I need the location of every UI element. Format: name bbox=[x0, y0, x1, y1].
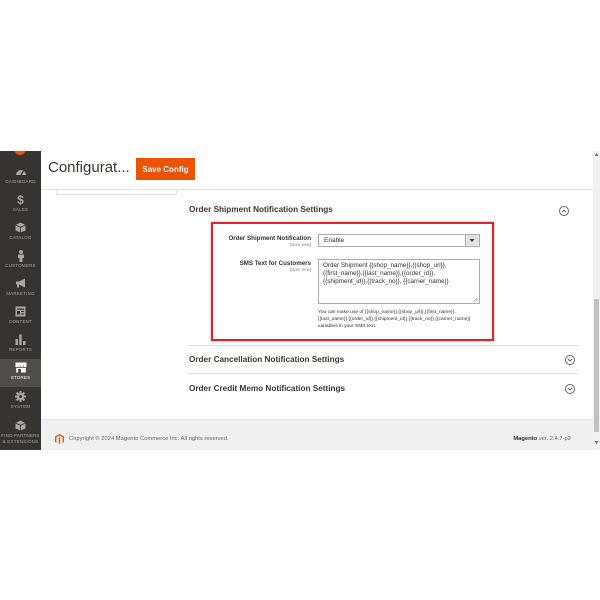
sidebar-item-stores[interactable]: STORES bbox=[0, 359, 41, 387]
content-icon bbox=[0, 306, 41, 318]
footer-version-number: ver. 2.4.7-p2 bbox=[537, 436, 571, 442]
box-icon bbox=[0, 222, 41, 234]
sms-text-textarea[interactable]: Order Shipment {{shop_name}},{{shop_url}… bbox=[318, 259, 480, 304]
sidebar-item-system[interactable]: SYSTEM bbox=[0, 388, 41, 416]
magento-logo-icon bbox=[55, 434, 64, 444]
sidebar-item-label: MARKETING bbox=[6, 291, 35, 296]
page-header: Configurat... Save Config bbox=[41, 151, 593, 190]
sidebar-item-reports[interactable]: REPORTS bbox=[0, 331, 41, 359]
scroll-thumb[interactable] bbox=[594, 299, 599, 432]
admin-footer: Copyright © 2024 Magento Commerce Inc. A… bbox=[41, 419, 593, 450]
sidebar-item-label: CONTENT bbox=[8, 319, 33, 324]
sidebar-item-label: FIND PARTNERS & EXTENSIONS bbox=[1, 433, 40, 444]
megaphone-icon bbox=[0, 278, 41, 290]
section-order-credit-memo-title[interactable]: Order Credit Memo Notification Settings bbox=[189, 384, 345, 393]
magento-logo[interactable] bbox=[0, 151, 41, 159]
sidebar-item-marketing[interactable]: MARKETING bbox=[0, 275, 41, 303]
sms-text-value: Order Shipment {{shop_name}},{{shop_url}… bbox=[323, 262, 449, 285]
gear-icon bbox=[0, 391, 41, 403]
sidebar-item-label: STORES bbox=[10, 375, 31, 380]
section-order-cancellation-title[interactable]: Order Cancellation Notification Settings bbox=[189, 355, 344, 364]
dashboard-icon bbox=[0, 166, 41, 178]
sms-text-label: SMS Text for Customers bbox=[239, 260, 311, 267]
sidebar-item-label: CUSTOMERS bbox=[5, 263, 36, 268]
order-shipment-notification-select[interactable]: Enable bbox=[318, 234, 480, 247]
save-config-button[interactable]: Save Config bbox=[136, 158, 195, 180]
section-title[interactable]: Order Shipment Notification Settings bbox=[189, 205, 333, 214]
order-shipment-notification-label: Order Shipment Notification bbox=[228, 235, 311, 242]
resize-handle-icon[interactable] bbox=[473, 297, 478, 302]
sidebar-item-label: SYSTEM bbox=[10, 404, 31, 409]
bar-chart-icon bbox=[0, 334, 41, 346]
page-scrollbar[interactable] bbox=[593, 151, 600, 450]
page-title: Configurat... bbox=[48, 159, 130, 176]
extensions-icon bbox=[0, 420, 41, 432]
sidebar-item-label: DASHBOARD bbox=[5, 179, 36, 184]
dollar-icon: $ bbox=[17, 193, 24, 207]
sidebar-item-label: REPORTS bbox=[8, 347, 33, 352]
admin-sidebar: DASHBOARD $ SALES CATALOG CUSTOMERS MARK… bbox=[0, 151, 41, 450]
section-divider bbox=[188, 345, 579, 346]
scope-label: [store view] bbox=[289, 267, 311, 272]
sidebar-item-sales[interactable]: $ SALES bbox=[0, 191, 41, 219]
select-arrow[interactable] bbox=[465, 235, 479, 246]
chevron-down-icon[interactable] bbox=[565, 355, 575, 365]
sidebar-item-label: SALES bbox=[12, 207, 29, 212]
sidebar-item-dashboard[interactable]: DASHBOARD bbox=[0, 163, 41, 191]
sidebar-item-label: CATALOG bbox=[9, 235, 32, 240]
sidebar-item-content[interactable]: CONTENT bbox=[0, 303, 41, 331]
sidebar-item-find-partners[interactable]: FIND PARTNERS & EXTENSIONS bbox=[0, 417, 41, 450]
scroll-down-arrow-icon[interactable] bbox=[594, 440, 599, 445]
store-icon bbox=[0, 362, 41, 374]
scope-switcher-box bbox=[56, 190, 177, 195]
scroll-up-arrow-icon[interactable] bbox=[594, 152, 599, 157]
sms-text-note: You can make use of {{shop_name}},{{shop… bbox=[318, 310, 471, 330]
chevron-down-icon bbox=[469, 239, 475, 242]
footer-copyright: Copyright © 2024 Magento Commerce Inc. A… bbox=[69, 436, 229, 442]
sidebar-item-catalog[interactable]: CATALOG bbox=[0, 219, 41, 247]
footer-version: Magento ver. 2.4.7-p2 bbox=[513, 436, 571, 442]
sidebar-item-customers[interactable]: CUSTOMERS bbox=[0, 247, 41, 275]
scope-label: [store view] bbox=[289, 242, 311, 247]
section-divider bbox=[188, 373, 579, 374]
footer-brand: Magento bbox=[513, 436, 538, 442]
select-value: Enable bbox=[324, 237, 345, 244]
chevron-up-icon[interactable] bbox=[559, 206, 569, 216]
chevron-down-icon[interactable] bbox=[565, 384, 575, 394]
person-icon bbox=[0, 250, 41, 262]
